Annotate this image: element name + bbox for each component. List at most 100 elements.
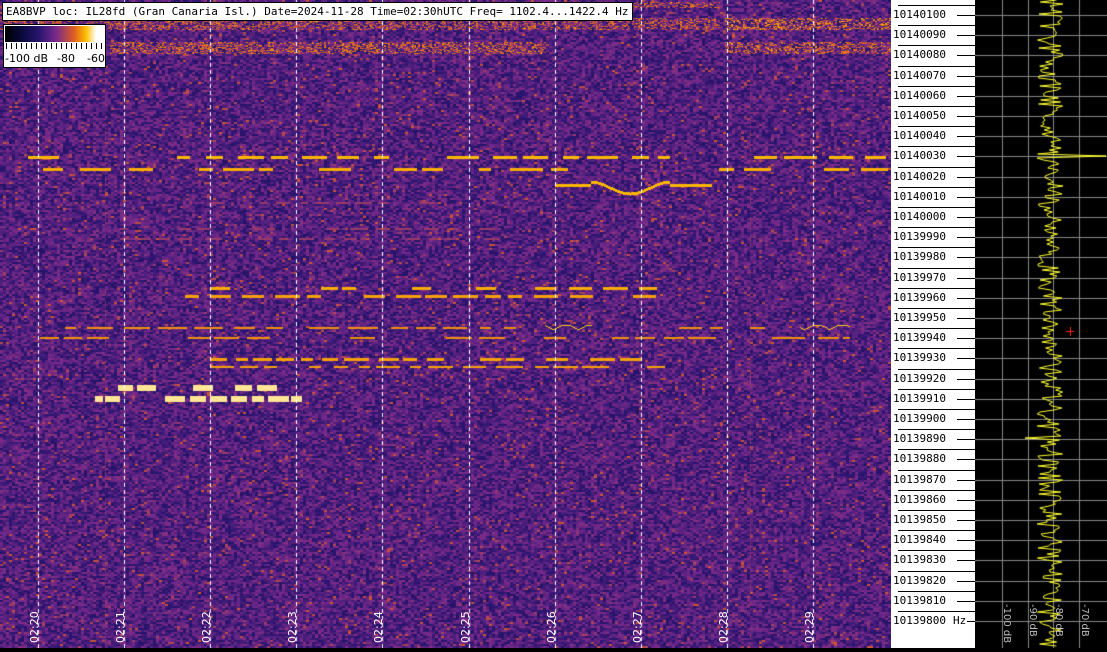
color-gradient (5, 26, 104, 42)
minor-tick (898, 247, 975, 249)
frequency-tick-label: 10140050 (893, 109, 946, 122)
db-label-90: -90 dB (1027, 604, 1038, 637)
major-tick (957, 419, 975, 420)
minor-tick (898, 85, 975, 87)
frequency-unit: Hz (952, 614, 967, 627)
frequency-tick-label: 10140070 (893, 68, 946, 82)
minor-tick (898, 45, 975, 47)
frequency-axis: 10140100 10140090 10140080 10140070 10140060… (891, 0, 975, 648)
frequency-tick-label: 10139950 (893, 311, 946, 324)
minor-tick (898, 449, 975, 451)
frequency-tick-label: 10139860 (893, 492, 946, 506)
time-tick-label: 02:26 (544, 611, 558, 643)
time-tick-label: 02:25 (458, 611, 472, 643)
frequency-tick-label: 10140090 (893, 28, 946, 42)
major-tick (957, 338, 975, 340)
minor-tick (898, 126, 975, 128)
major-tick (957, 439, 975, 441)
frequency-tick-label: 10139870 (893, 472, 946, 486)
minor-tick (898, 388, 975, 390)
frequency-tick-label: 10140060 (893, 88, 946, 102)
minor-tick (898, 5, 975, 6)
frequency-tick-label: 10139810 (893, 593, 946, 607)
minor-tick (898, 530, 975, 532)
minor-tick (898, 348, 975, 350)
frequency-tick-label: 10140080 (893, 48, 946, 62)
minor-tick (898, 328, 975, 330)
minor-tick (898, 227, 975, 229)
time-tick-label: 02:29 (802, 611, 816, 643)
frequency-tick-label: 10140040 (893, 129, 946, 143)
frequency-tick-label: 10139840 (893, 533, 946, 547)
colorbar-label-max: -60 (87, 52, 105, 65)
major-tick (957, 459, 975, 461)
major-tick (957, 136, 975, 138)
time-tick-label: 02:28 (716, 611, 730, 643)
minor-tick (898, 65, 975, 67)
frequency-tick-label: 10139940 (893, 331, 946, 345)
frequency-tick-label: 10139800 Hz (893, 614, 966, 627)
major-tick (957, 479, 975, 481)
major-tick (957, 196, 975, 198)
frequency-tick-label: 10139930 (893, 351, 946, 365)
time-tick-label: 02:27 (630, 611, 644, 643)
minor-tick (898, 207, 975, 208)
frequency-tick-value: 10139800 (893, 614, 946, 627)
major-tick (957, 257, 975, 259)
major-tick (957, 318, 975, 319)
major-tick (957, 398, 975, 400)
db-label-80: -80 dB (1053, 604, 1064, 637)
major-tick (957, 156, 975, 158)
frequency-tick-label: 10139900 (893, 412, 946, 425)
minor-tick (898, 489, 975, 491)
major-tick (957, 75, 975, 77)
frequency-tick-label: 10139920 (893, 371, 946, 385)
minor-tick (898, 368, 975, 370)
minor-tick (898, 308, 975, 309)
frequency-tick-label: 10140100 (893, 8, 946, 21)
time-tick-label: 02:21 (114, 611, 128, 643)
major-tick (957, 277, 975, 279)
minor-tick (898, 429, 975, 431)
spectrum-panel: -100 dB -90 dB -80 dB -70 dB (975, 0, 1107, 648)
frequency-tick-label: 10139910 (893, 391, 946, 405)
minor-tick (898, 287, 975, 289)
major-tick (967, 621, 975, 622)
minor-tick (898, 267, 975, 269)
major-tick (957, 378, 975, 380)
major-tick (957, 116, 975, 117)
frequency-tick-label: 10139960 (893, 290, 946, 304)
frequency-tick-label: 10139890 (893, 432, 946, 446)
frequency-tick-label: 10139830 (893, 553, 946, 567)
major-tick (957, 540, 975, 542)
major-tick (957, 15, 975, 16)
plot-title: EA8BVP loc: IL28fd (Gran Canaria Isl.) D… (2, 2, 633, 21)
major-tick (957, 217, 975, 218)
major-tick (957, 237, 975, 239)
minor-tick (898, 409, 975, 410)
major-tick (957, 297, 975, 299)
major-tick (957, 358, 975, 360)
spectrum-trace (975, 0, 1107, 648)
frequency-tick-label: 10140020 (893, 169, 946, 183)
frequency-tick-label: 10139820 (893, 573, 946, 587)
frequency-tick-label: 10139880 (893, 452, 946, 466)
colorbar-label-mid: -80 (57, 52, 75, 65)
db-label-70: -70 dB (1079, 604, 1090, 637)
minor-tick (898, 469, 975, 471)
color-scale-ticks (6, 43, 103, 49)
time-tick-label: 02:24 (372, 611, 386, 643)
major-tick (957, 520, 975, 521)
major-tick (957, 600, 975, 602)
minor-tick (898, 146, 975, 148)
minor-tick (898, 550, 975, 552)
frequency-tick-label: 10139970 (893, 270, 946, 284)
minor-tick (898, 611, 975, 612)
time-tick-label: 02:22 (200, 611, 214, 643)
major-tick (957, 580, 975, 582)
time-tick-label: 02:20 (28, 611, 41, 643)
db-label-100: -100 dB (1001, 604, 1012, 644)
minor-tick (898, 25, 975, 27)
waterfall-spectrogram (0, 0, 891, 648)
frequency-tick-label: 10139850 (893, 513, 946, 526)
